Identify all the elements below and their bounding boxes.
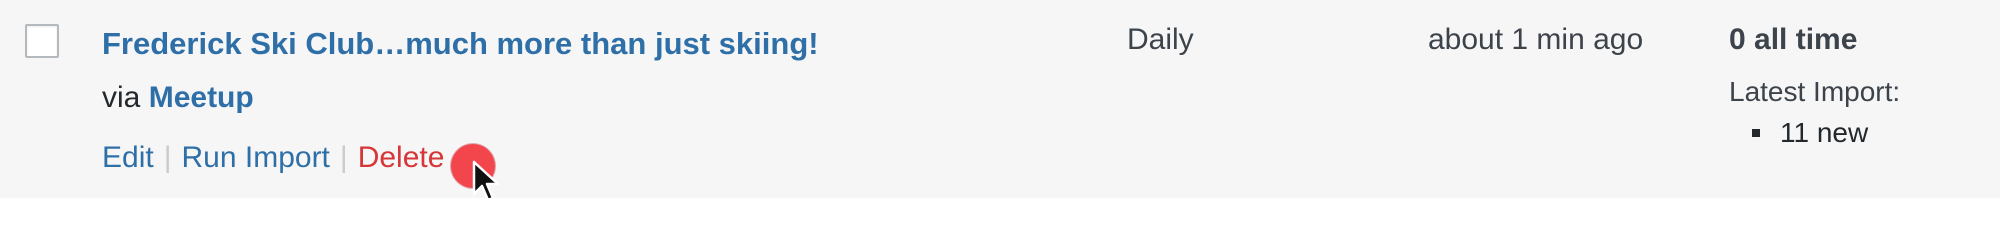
page-background [0, 198, 2000, 215]
frequency-cell: Daily [1127, 23, 1194, 56]
source-link[interactable]: Meetup [149, 81, 254, 114]
action-separator: | [163, 141, 172, 174]
run-import-link[interactable]: Run Import [182, 141, 330, 174]
stats-latest-label: Latest Import: [1729, 76, 1901, 107]
action-separator: | [339, 141, 348, 174]
row-select-checkbox[interactable] [25, 24, 59, 58]
bullet-icon [1752, 129, 1760, 137]
import-source-line: via Meetup [102, 78, 254, 118]
via-label: via [102, 81, 141, 114]
stats-total: 0 all time [1729, 23, 1858, 56]
stats-latest-item: 11 new [1780, 117, 1869, 148]
import-title-link[interactable]: Frederick Ski Club…much more than just s… [102, 24, 819, 64]
delete-link[interactable]: Delete [358, 141, 445, 174]
row-actions: Edit | Run Import | Delete [102, 138, 444, 178]
stats-latest-list: 11 new [1752, 114, 1868, 152]
list-item: 11 new [1752, 114, 1868, 152]
edit-link[interactable]: Edit [102, 141, 154, 174]
import-row: Frederick Ski Club…much more than just s… [0, 0, 2000, 202]
last-run-cell: about 1 min ago [1428, 23, 1644, 56]
